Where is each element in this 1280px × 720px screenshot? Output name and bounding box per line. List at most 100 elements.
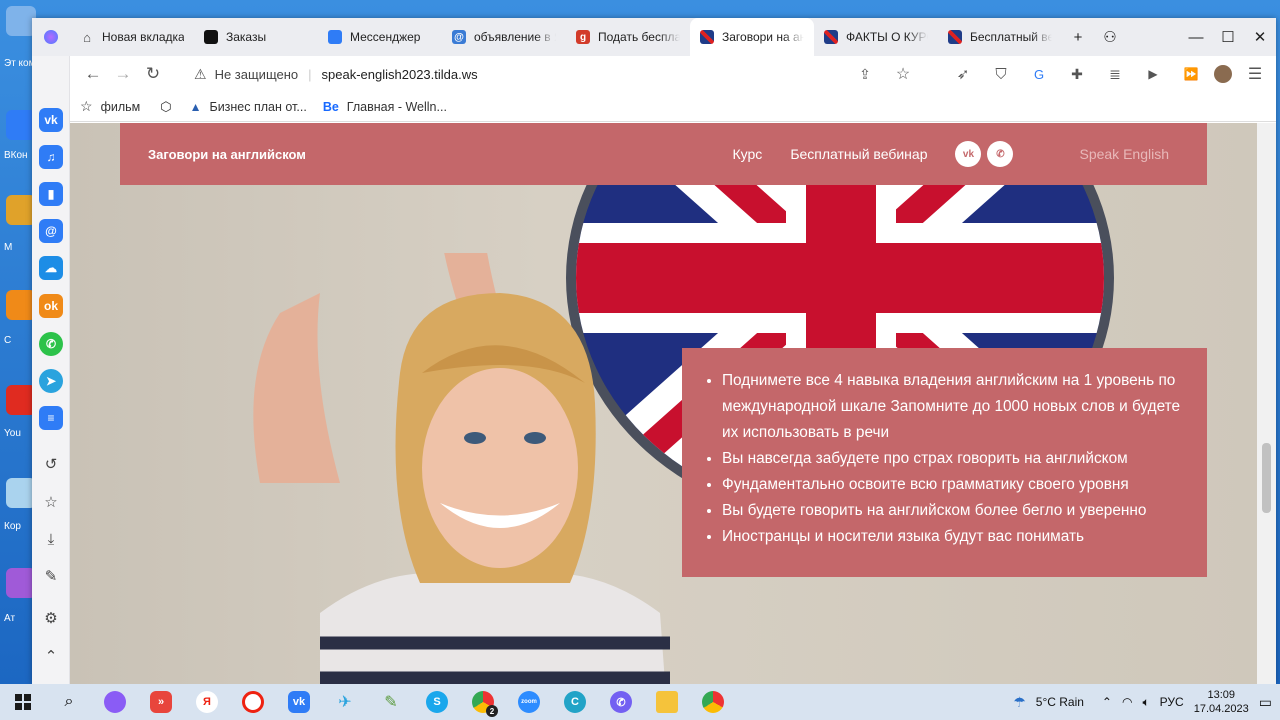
menu-icon[interactable]: ☰ [1240, 64, 1270, 84]
tab-new[interactable]: ⌂ Новая вкладка [70, 18, 194, 56]
page-viewport: Заговори на английском Курс Бесплатный в… [70, 123, 1257, 684]
desktop-label-7: Ат [4, 613, 16, 624]
menu-webinar[interactable]: Бесплатный вебинар [790, 146, 927, 162]
tab-speak-active[interactable]: Заговори на англ [690, 18, 814, 56]
hero-photo-woman [253, 253, 670, 684]
stats-icon[interactable]: ▮ [39, 182, 63, 206]
notifications-icon[interactable]: ▭ [1259, 694, 1272, 711]
site-header: Заговори на английском Курс Бесплатный в… [120, 123, 1207, 185]
download-icon[interactable]: ⤓ [41, 529, 61, 549]
tab-label: Мессенджер [350, 30, 421, 44]
speak-english-logo[interactable]: Speak English [1079, 146, 1169, 162]
tab-post[interactable]: g Подать бесплатн [566, 18, 690, 56]
browser-window: ⌂ Новая вкладка Заказы Мессенджер @ объя… [32, 18, 1276, 684]
chevron-up-icon[interactable]: ⌃ [41, 646, 61, 666]
bookmark-main[interactable]: Главная - Welln... [347, 100, 447, 114]
tab-ad[interactable]: @ объявление в Ян [442, 18, 566, 56]
site-brand[interactable]: Заговори на английском [148, 147, 306, 162]
shield-icon[interactable]: ⛉ [986, 66, 1016, 83]
search-icon[interactable]: ⌕ [46, 684, 92, 720]
extensions-icon[interactable]: ✚ [1062, 66, 1092, 83]
zoom-icon[interactable]: zoom [506, 684, 552, 720]
whatsapp-social-icon[interactable]: ✆ [987, 141, 1014, 167]
new-tab-plus-icon[interactable]: + [1062, 18, 1094, 56]
skype-icon[interactable]: S [414, 684, 460, 720]
tab-label: Бесплатный веб [970, 30, 1052, 44]
windows-start-icon[interactable] [0, 684, 46, 720]
tab-collections-icon[interactable]: ⚇ [1094, 18, 1126, 56]
clock-time: 13:09 [1207, 689, 1235, 701]
maximize-icon[interactable]: ☐ [1212, 18, 1244, 56]
language-indicator[interactable]: РУС [1160, 695, 1184, 709]
translate-icon[interactable]: G [1024, 67, 1054, 82]
paint-app-icon[interactable]: ✎ [368, 684, 414, 720]
warning-icon[interactable]: ⚠ [194, 66, 207, 83]
benefit-item: Фундаментально освоите всю грамматику св… [722, 472, 1189, 498]
home-icon: ⌂ [83, 29, 91, 45]
benefits-list: Поднимете все 4 навыка владения английск… [708, 368, 1189, 550]
forward-arrow-icon[interactable]: → [108, 64, 138, 84]
scrollbar-thumb[interactable] [1262, 443, 1271, 513]
telegram-icon[interactable]: ➤ [39, 369, 63, 393]
minimize-icon[interactable]: — [1180, 18, 1212, 56]
viber-icon[interactable]: ✆ [598, 684, 644, 720]
playlist-icon[interactable]: ≣ [1100, 66, 1130, 83]
chevron-up-tray-icon[interactable]: ⌃ [1102, 695, 1112, 709]
share-icon[interactable]: ⇪ [850, 66, 880, 83]
benefit-item: Вы будете говорить на английском более б… [722, 498, 1189, 524]
ccleaner-icon[interactable]: C [552, 684, 598, 720]
bookmark-film[interactable]: фильм [101, 100, 141, 114]
uk-flag-icon [948, 30, 962, 44]
browser-logo-icon[interactable] [32, 30, 70, 44]
chrome-icon[interactable] [690, 684, 736, 720]
yandex-browser-icon[interactable]: Я [184, 684, 230, 720]
address-bar: ← → ↻ ⚠ Не защищено | speak-english2023.… [70, 56, 1276, 92]
opera-icon[interactable] [230, 684, 276, 720]
vk-social-icon[interactable]: vk [955, 141, 982, 167]
back-arrow-icon[interactable]: ← [78, 64, 108, 84]
volume-icon[interactable]: 🔈︎ [1142, 695, 1149, 710]
wifi-icon[interactable]: ◠ [1122, 695, 1132, 709]
weather-text[interactable]: 5°C Rain [1036, 695, 1084, 709]
fast-forward-icon[interactable]: ⏩ [1176, 67, 1206, 81]
benefit-item: Иностранцы и носители языка будут вас по… [722, 524, 1189, 550]
file-explorer-icon[interactable] [644, 684, 690, 720]
vk-icon[interactable]: vk [39, 108, 63, 132]
system-tray: ☂ 5°C Rain ⌃ ◠ 🔈︎ РУС 13:09 17.04.2023 ▭ [1013, 688, 1280, 716]
ok-icon[interactable]: ok [39, 294, 63, 318]
settings-gear-icon[interactable]: ⚙ [41, 608, 61, 628]
tab-webinar[interactable]: Бесплатный веб [938, 18, 1062, 56]
menu-course[interactable]: Курс [733, 146, 763, 162]
close-icon[interactable]: ✕ [1244, 18, 1276, 56]
security-status[interactable]: Не защищено [215, 67, 299, 82]
reload-icon[interactable]: ↻ [138, 64, 168, 84]
profile-avatar[interactable] [1214, 65, 1232, 83]
tasks-icon[interactable]: ≡ [39, 406, 63, 430]
bookmark-cube-icon[interactable]: ⬡ [160, 99, 171, 115]
music-icon[interactable]: ♫ [39, 145, 63, 169]
tab-messenger[interactable]: Мессенджер [318, 18, 442, 56]
clock[interactable]: 13:09 17.04.2023 [1194, 688, 1249, 716]
mail-icon[interactable]: @ [39, 219, 63, 243]
rocket-icon[interactable]: ➶ [948, 65, 978, 83]
pen-icon[interactable]: ✎ [41, 566, 61, 586]
chrome-taskbar-icon[interactable]: 2 [460, 684, 506, 720]
bird-app-icon[interactable]: ✈ [322, 684, 368, 720]
alice-icon[interactable] [92, 684, 138, 720]
desktop-label-4: С [4, 335, 12, 346]
page-scrollbar[interactable] [1257, 123, 1276, 684]
bookmark-star-icon[interactable]: ☆ [888, 64, 918, 84]
url-text[interactable]: speak-english2023.tilda.ws [322, 67, 478, 82]
tab-orders[interactable]: Заказы [194, 18, 318, 56]
anydesk-icon[interactable]: » [138, 684, 184, 720]
history-icon[interactable]: ↺ [41, 454, 61, 474]
weather-rain-icon[interactable]: ☂ [1013, 694, 1026, 711]
favorites-star-icon[interactable]: ☆ [41, 492, 61, 512]
orders-icon [204, 30, 218, 44]
vk-taskbar-icon[interactable]: vk [276, 684, 322, 720]
bookmark-business[interactable]: Бизнес план от... [209, 100, 306, 114]
whatsapp-icon[interactable]: ✆ [39, 332, 63, 356]
play-icon[interactable]: ▶ [1138, 67, 1168, 81]
cloud-icon[interactable]: ☁ [39, 256, 63, 280]
tab-facts[interactable]: ФАКТЫ О КУРСЕ [814, 18, 938, 56]
